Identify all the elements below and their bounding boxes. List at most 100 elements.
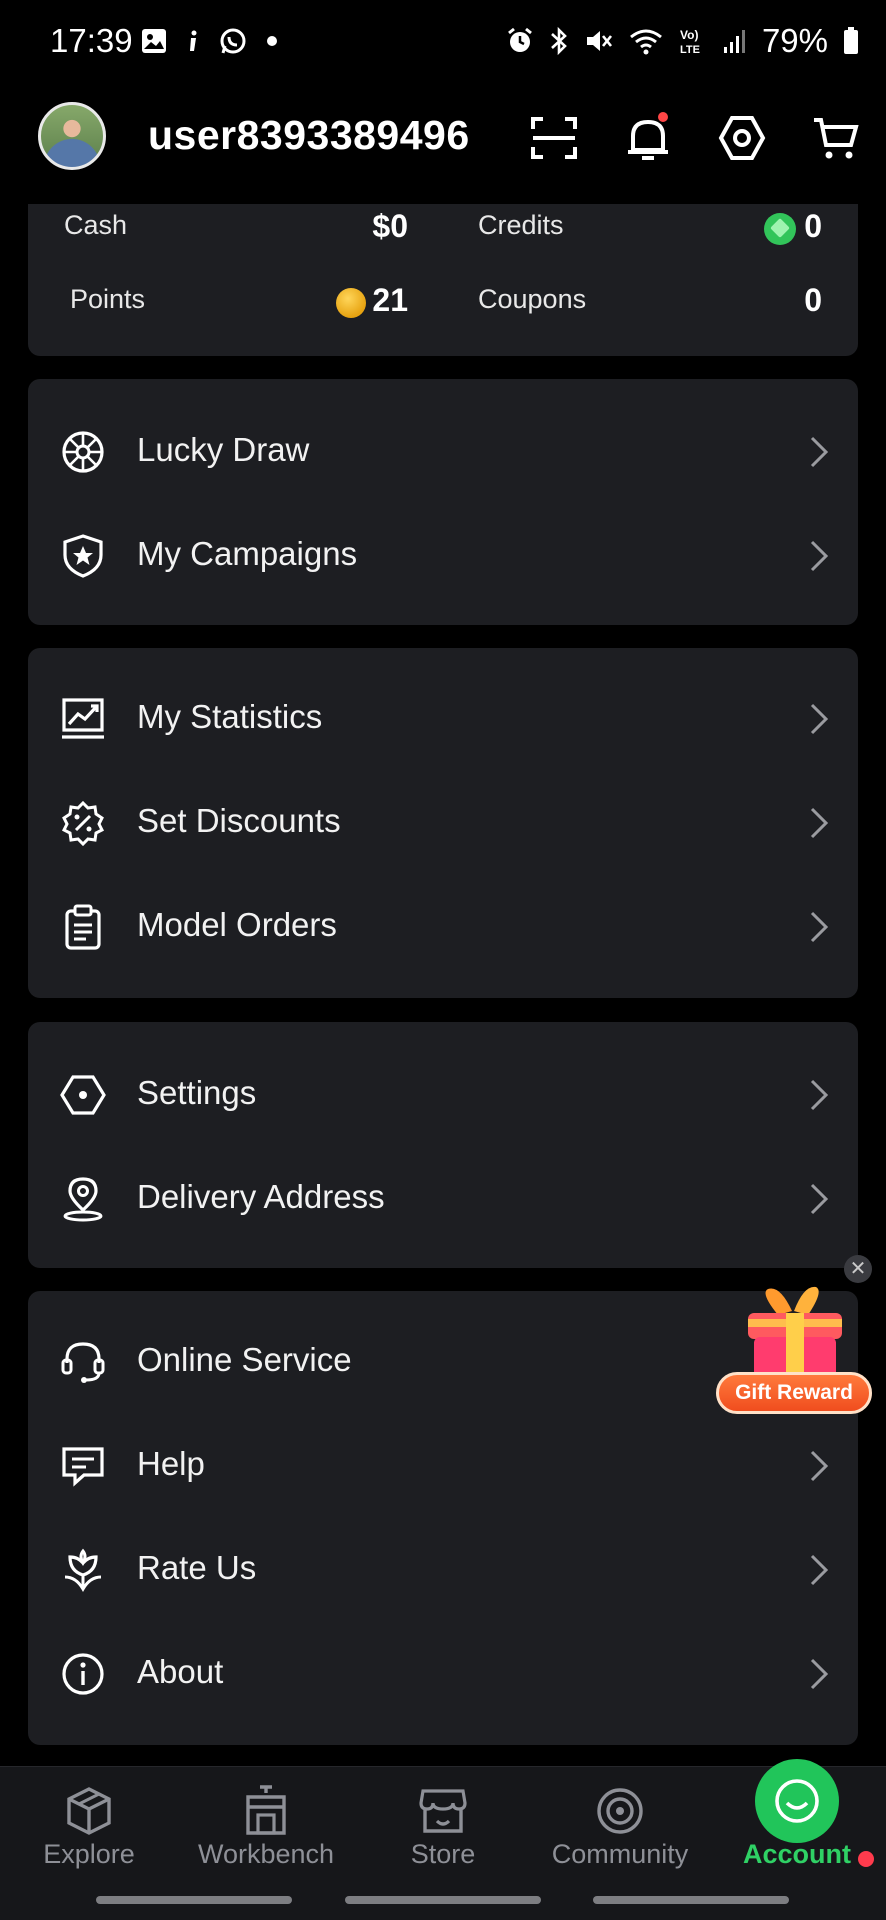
hexagon-gear-icon — [60, 1075, 106, 1115]
menu-label: About — [137, 1653, 224, 1690]
chart-icon — [62, 698, 104, 739]
points-coin-icon — [336, 287, 367, 318]
menu-item-rate-us[interactable]: Rate Us — [28, 1517, 858, 1621]
avatar[interactable] — [38, 102, 106, 170]
account-page: 17:39 Vo) LTE 79% user8393389496 Cash $0… — [0, 0, 886, 1920]
settings-button[interactable] — [710, 106, 774, 170]
notifications-button[interactable] — [616, 106, 680, 170]
status-right-icons: Vo) LTE 79% — [506, 22, 860, 60]
gesture-bar-center[interactable] — [345, 1896, 541, 1904]
credits-icon — [764, 212, 797, 245]
menu-label: My Statistics — [137, 698, 323, 735]
gesture-bar-left — [96, 1896, 292, 1904]
svg-text:LTE: LTE — [680, 44, 700, 56]
points-label: Points — [70, 284, 146, 314]
chevron-right-icon — [810, 1554, 829, 1586]
clipboard-icon — [65, 904, 101, 950]
cart-button[interactable] — [804, 106, 868, 170]
menu-item-help[interactable]: Help — [28, 1413, 858, 1517]
image-icon — [142, 29, 166, 53]
chevron-right-icon — [810, 807, 829, 839]
mute-icon — [586, 31, 612, 51]
chevron-right-icon — [810, 1450, 829, 1482]
menu-item-my-statistics[interactable]: My Statistics — [28, 666, 858, 770]
menu-item-my-campaigns[interactable]: My Campaigns — [28, 503, 858, 607]
menu-label: Online Service — [137, 1341, 352, 1378]
nav-store[interactable]: Store — [358, 1767, 528, 1887]
nav-community[interactable]: Community — [535, 1767, 705, 1887]
info-icon — [190, 30, 197, 51]
menu-label: My Campaigns — [137, 535, 358, 572]
nav-account[interactable]: Account — [712, 1759, 882, 1887]
header-actions — [522, 106, 868, 170]
credits-value-wrap[interactable]: 0 — [708, 208, 822, 245]
menu-label: Help — [137, 1445, 205, 1482]
chevron-right-icon — [810, 436, 829, 468]
menu-item-set-discounts[interactable]: Set Discounts — [28, 770, 858, 874]
menu-item-delivery-address[interactable]: Delivery Address — [28, 1146, 858, 1250]
shield-star-icon — [63, 534, 103, 578]
cart-icon — [814, 118, 859, 159]
username[interactable]: user8393389496 — [148, 112, 470, 159]
gift-reward-button[interactable]: Gift Reward — [716, 1372, 872, 1414]
menu-group-promotions: Lucky Draw My Campaigns — [28, 379, 858, 625]
dot-icon — [267, 36, 277, 46]
cash-label: Cash — [64, 210, 128, 240]
settings-icon — [718, 116, 766, 160]
nav-label: Workbench — [197, 1839, 335, 1869]
info-circle-icon — [62, 1653, 104, 1695]
menu-item-model-orders[interactable]: Model Orders — [28, 874, 858, 978]
gift-close-button[interactable]: ✕ — [844, 1255, 872, 1283]
menu-item-lucky-draw[interactable]: Lucky Draw — [28, 399, 858, 503]
cash-value[interactable]: $0 — [268, 208, 408, 245]
wallet-card: Cash $0 Credits 0 Points 21 Coupons 0 — [28, 204, 858, 356]
nav-label: Account — [743, 1839, 851, 1869]
whatsapp-icon — [220, 28, 246, 54]
svg-text:Vo): Vo) — [680, 28, 698, 42]
printer-icon — [246, 1785, 286, 1835]
flower-icon — [64, 1548, 102, 1592]
scan-button[interactable] — [522, 106, 586, 170]
chevron-right-icon — [810, 703, 829, 735]
nav-explore[interactable]: Explore — [4, 1767, 174, 1887]
menu-label: Model Orders — [137, 906, 337, 943]
account-notification-dot — [858, 1851, 874, 1867]
menu-group-preferences: Settings Delivery Address — [28, 1022, 858, 1268]
target-icon — [597, 1788, 643, 1834]
battery-icon — [844, 27, 858, 54]
points-value: 21 — [372, 282, 408, 318]
status-left-icons — [140, 26, 278, 56]
scan-icon — [531, 117, 577, 159]
signal-icon — [723, 30, 745, 53]
smile-icon — [775, 1779, 819, 1823]
location-icon — [63, 1177, 103, 1222]
wifi-icon — [630, 29, 662, 55]
menu-label: Rate Us — [137, 1549, 257, 1586]
cube-icon — [67, 1787, 111, 1835]
account-header: user8393389496 — [0, 88, 886, 204]
chevron-right-icon — [810, 1079, 829, 1111]
menu-group-business: My Statistics Set Discounts Model Orders — [28, 648, 858, 998]
account-active-circle — [755, 1759, 839, 1843]
nav-workbench[interactable]: Workbench — [181, 1767, 351, 1887]
menu-label: Lucky Draw — [137, 431, 310, 468]
discount-icon — [61, 800, 105, 846]
points-value-wrap[interactable]: 21 — [268, 282, 408, 319]
coupons-value[interactable]: 0 — [708, 282, 822, 319]
volte-icon: Vo) LTE — [680, 28, 700, 56]
coupons-label: Coupons — [478, 284, 587, 314]
bluetooth-icon — [551, 26, 567, 56]
headset-icon — [61, 1342, 105, 1383]
menu-label: Delivery Address — [137, 1178, 385, 1215]
notification-dot — [656, 110, 670, 124]
menu-item-about[interactable]: About — [28, 1621, 858, 1725]
chevron-right-icon — [810, 1183, 829, 1215]
chevron-right-icon — [810, 1658, 829, 1690]
store-icon — [419, 1789, 467, 1833]
status-time: 17:39 — [50, 22, 133, 59]
status-bar: 17:39 Vo) LTE 79% — [0, 0, 886, 88]
menu-item-settings[interactable]: Settings — [28, 1042, 858, 1146]
chevron-right-icon — [810, 911, 829, 943]
wheel-icon — [62, 431, 104, 473]
chevron-right-icon — [810, 540, 829, 572]
